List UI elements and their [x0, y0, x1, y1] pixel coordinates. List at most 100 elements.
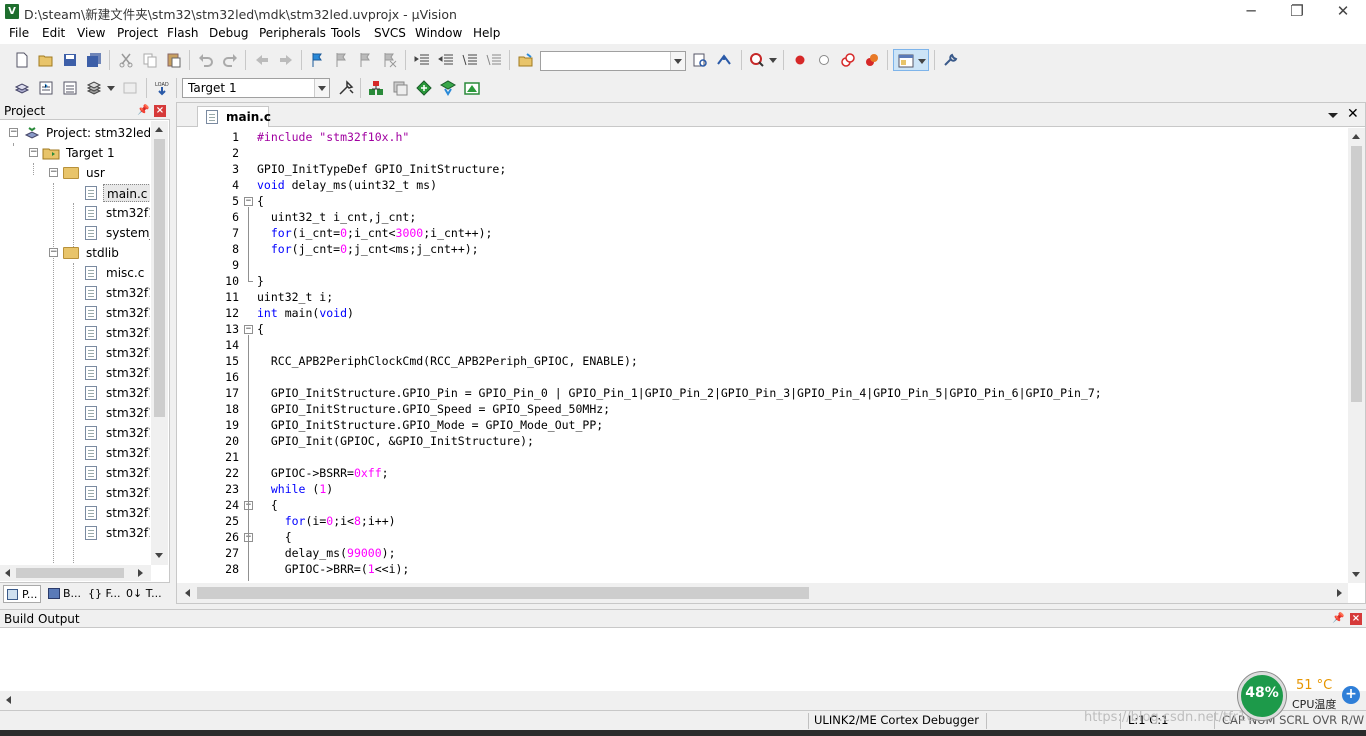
scroll-right-icon[interactable]: [138, 569, 143, 577]
configure-wrench-icon[interactable]: [942, 52, 958, 68]
cut-icon[interactable]: [118, 52, 134, 68]
code-line[interactable]: 8 for(j_cnt=0;j_cnt<ms;j_cnt++);: [177, 242, 1347, 258]
clear-bookmarks-icon[interactable]: [382, 52, 398, 68]
prev-bookmark-icon[interactable]: [334, 52, 350, 68]
tab-templates[interactable]: 0↓ T...: [126, 585, 166, 603]
insert-breakpoint-icon[interactable]: [792, 52, 808, 68]
scroll-left-icon[interactable]: [5, 569, 10, 577]
find-combo[interactable]: [540, 51, 686, 71]
translate-icon[interactable]: [14, 80, 30, 96]
collapse-icon[interactable]: −: [49, 248, 58, 257]
next-bookmark-icon[interactable]: [358, 52, 374, 68]
navigate-forward-icon[interactable]: [278, 52, 294, 68]
chevron-down-icon[interactable]: [107, 86, 115, 91]
code-line[interactable]: 5−{: [177, 194, 1347, 210]
code-line[interactable]: 12 int main(void): [177, 306, 1347, 322]
widget-plus-button[interactable]: +: [1342, 686, 1360, 704]
scroll-thumb[interactable]: [16, 568, 124, 578]
window-layout-button[interactable]: [893, 49, 929, 71]
close-tab-icon[interactable]: ✕: [1347, 106, 1359, 122]
comment-icon[interactable]: [462, 52, 478, 68]
menu-project[interactable]: Project: [117, 26, 158, 40]
scroll-up-icon[interactable]: [1352, 134, 1360, 139]
scroll-left-icon[interactable]: [6, 696, 11, 704]
menu-file[interactable]: File: [9, 26, 29, 40]
debug-session-icon[interactable]: [749, 52, 765, 68]
close-pane-button[interactable]: ×: [1350, 613, 1362, 625]
tree-item-file[interactable]: stm32f1(: [0, 483, 150, 503]
close-pane-button[interactable]: ×: [154, 105, 166, 117]
scroll-down-icon[interactable]: [155, 553, 163, 558]
tree-item-file[interactable]: stm32f1(: [0, 203, 150, 223]
select-packs-icon[interactable]: [392, 80, 408, 96]
menu-view[interactable]: View: [77, 26, 105, 40]
close-window-button[interactable]: ✕: [1320, 0, 1366, 24]
project-vertical-scrollbar[interactable]: [151, 121, 168, 565]
tab-project[interactable]: P...: [3, 585, 41, 603]
code-line[interactable]: 19 GPIO_InitStructure.GPIO_Mode = GPIO_M…: [177, 418, 1347, 434]
collapse-icon[interactable]: −: [29, 148, 38, 157]
tree-item-file[interactable]: stm32f1(: [0, 303, 150, 323]
code-line[interactable]: 24− {: [177, 498, 1347, 514]
code-line[interactable]: 11 uint32_t i;: [177, 290, 1347, 306]
tree-item-group-stdlib[interactable]: − stdlib: [0, 243, 150, 263]
collapse-icon[interactable]: −: [9, 128, 18, 137]
tree-item-file[interactable]: stm32f1(: [0, 523, 150, 543]
tree-item-file[interactable]: main.c: [0, 183, 150, 203]
code-line[interactable]: 23 while (1): [177, 482, 1347, 498]
code-line[interactable]: 22 GPIOC->BSRR=0xff;: [177, 466, 1347, 482]
build-output-horizontal-scrollbar[interactable]: [0, 691, 1366, 709]
disable-breakpoint-icon[interactable]: [816, 52, 832, 68]
code-line[interactable]: 14: [177, 338, 1347, 354]
code-line[interactable]: 28 GPIOC->BRR=(1<<i);: [177, 562, 1347, 578]
save-icon[interactable]: [62, 52, 78, 68]
menu-debug[interactable]: Debug: [209, 26, 248, 40]
code-line[interactable]: 4 void delay_ms(uint32_t ms): [177, 178, 1347, 194]
minimize-button[interactable]: ─: [1228, 0, 1274, 24]
collapse-icon[interactable]: −: [49, 168, 58, 177]
tree-item-file[interactable]: stm32f1(: [0, 283, 150, 303]
kill-all-breakpoints-icon[interactable]: [864, 52, 880, 68]
copy-icon[interactable]: [142, 52, 158, 68]
scroll-up-icon[interactable]: [155, 127, 163, 132]
code-line[interactable]: 7 for(i_cnt=0;i_cnt<3000;i_cnt++);: [177, 226, 1347, 242]
code-line[interactable]: 6 uint32_t i_cnt,j_cnt;: [177, 210, 1347, 226]
tree-item-file[interactable]: misc.c: [0, 263, 150, 283]
save-all-icon[interactable]: [86, 52, 102, 68]
batch-build-icon[interactable]: [86, 80, 102, 96]
open-folder-icon[interactable]: [38, 52, 54, 68]
chevron-down-icon[interactable]: [670, 52, 685, 70]
cpu-temperature-widget[interactable]: 48% 51 °C CPU温度 +: [1238, 672, 1366, 720]
pin-icon[interactable]: 📌: [1332, 613, 1344, 625]
manage-project-items-icon[interactable]: [368, 80, 384, 96]
bookmark-icon[interactable]: [310, 52, 326, 68]
code-line[interactable]: 2: [177, 146, 1347, 162]
stop-build-icon[interactable]: [122, 80, 138, 96]
manage-rte-icon[interactable]: [416, 80, 432, 96]
incremental-find-icon[interactable]: [716, 52, 732, 68]
tree-item-file[interactable]: stm32f1(: [0, 423, 150, 443]
tree-item-file[interactable]: stm32f1(: [0, 403, 150, 423]
undo-icon[interactable]: [198, 52, 214, 68]
pack-installer-icon[interactable]: [440, 80, 456, 96]
target-select[interactable]: Target 1: [182, 78, 330, 98]
pack-installer-box-icon[interactable]: [464, 80, 480, 96]
tab-books[interactable]: B...: [45, 585, 83, 603]
fold-collapse-icon[interactable]: −: [244, 325, 253, 334]
tree-item-file[interactable]: stm32f1(: [0, 363, 150, 383]
code-line[interactable]: 10}: [177, 274, 1347, 290]
tree-item-group-usr[interactable]: − usr: [0, 163, 150, 183]
code-editor[interactable]: 1 #include "stm32f10x.h" 2 3 GPIO_InitTypeDe…: [177, 128, 1347, 583]
menu-flash[interactable]: Flash: [167, 26, 198, 40]
tree-item-target[interactable]: − Target 1: [0, 143, 150, 163]
code-line[interactable]: 3 GPIO_InitTypeDef GPIO_InitStructure;: [177, 162, 1347, 178]
menu-edit[interactable]: Edit: [42, 26, 65, 40]
target-options-icon[interactable]: [338, 80, 354, 96]
menu-window[interactable]: Window: [415, 26, 462, 40]
unindent-icon[interactable]: [438, 52, 454, 68]
tree-item-file[interactable]: stm32f1(: [0, 463, 150, 483]
code-line[interactable]: 9: [177, 258, 1347, 274]
scroll-right-icon[interactable]: [1337, 589, 1342, 597]
menu-peripherals[interactable]: Peripherals: [259, 26, 326, 40]
new-file-icon[interactable]: [14, 52, 30, 68]
